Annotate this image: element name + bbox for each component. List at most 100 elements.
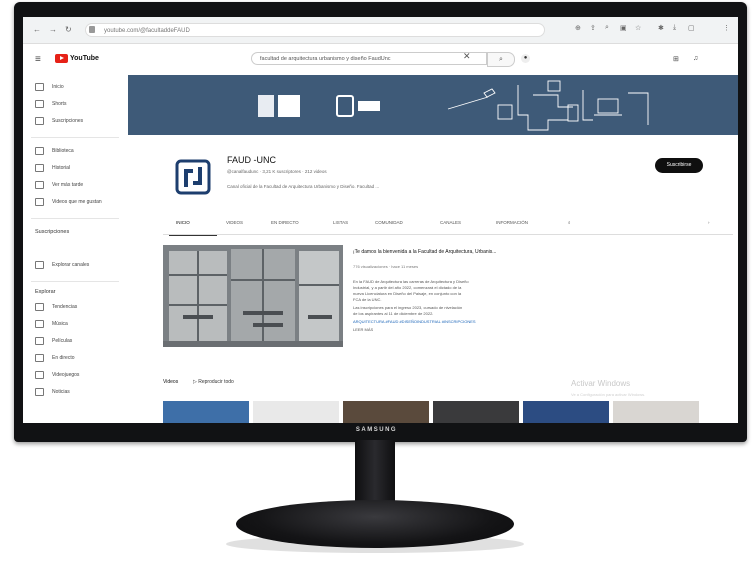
translate-icon[interactable]: ⊕ xyxy=(575,24,581,32)
channel-search-icon[interactable]: ⌕ xyxy=(568,220,571,225)
search-button[interactable]: ⌕ xyxy=(487,52,515,67)
star-icon[interactable]: ☆ xyxy=(635,24,641,32)
tab-canales[interactable]: CANALES xyxy=(440,220,461,225)
menu-icon[interactable]: ≡ xyxy=(35,54,41,65)
movies-icon xyxy=(35,337,44,345)
youtube-logo[interactable]: YouTube xyxy=(55,54,99,63)
news-icon xyxy=(35,388,44,396)
tab-videos[interactable]: VIDEOS xyxy=(226,220,243,225)
live-icon xyxy=(35,354,44,362)
featured-video-title[interactable]: ¡Te damos la bienvenida a la Facultad de… xyxy=(353,249,496,255)
sidebar-item-suscripciones[interactable]: Suscripciones xyxy=(35,117,83,125)
home-icon xyxy=(35,83,44,91)
address-bar[interactable]: youtube.com/@facultaddeFAUD xyxy=(85,23,545,37)
sidebar-item-en-directo[interactable]: En directo xyxy=(35,354,75,362)
video-thumbnail-row xyxy=(163,401,738,423)
browse-channels-icon xyxy=(35,261,44,269)
clear-search-icon[interactable]: ✕ xyxy=(463,51,471,62)
video-frame xyxy=(163,245,343,347)
forward-icon[interactable]: → xyxy=(49,25,57,34)
divider xyxy=(31,137,119,138)
profile-icon[interactable]: ▢ xyxy=(688,24,695,32)
share-icon[interactable]: ⇪ xyxy=(590,24,596,32)
subscriptions-icon xyxy=(35,117,44,125)
search-icon: ⌕ xyxy=(499,56,503,63)
mic-icon[interactable]: ● xyxy=(521,54,530,63)
featured-video-meta: 776 visualizaciones · hace 11 meses xyxy=(353,264,419,269)
activate-windows-subtitle: Ve a Configuración para activar Windows. xyxy=(571,392,646,397)
sidebar-item-musica[interactable]: Música xyxy=(35,320,68,328)
sidebar-item-explorar-canales[interactable]: Explorar canales xyxy=(35,261,89,269)
video-thumbnail[interactable] xyxy=(523,401,609,423)
videos-section-title[interactable]: Videos xyxy=(163,379,178,385)
tab-listas[interactable]: LISTAS xyxy=(333,220,348,225)
featured-description-line: En la FAUD de Arquitectura las carreras … xyxy=(353,279,469,284)
subscriptions-heading: Suscripciones xyxy=(35,229,70,235)
featured-description-line: de los aspirantes al 11 de diciembre de … xyxy=(353,311,434,316)
download-icon[interactable]: ⤓ xyxy=(673,24,676,32)
divider xyxy=(31,218,119,219)
explore-heading: Explorar xyxy=(35,289,56,295)
video-thumbnail[interactable] xyxy=(613,401,699,423)
trending-icon xyxy=(35,303,44,311)
featured-hashtags[interactable]: ARQUITECTURA #FAUD #DISEÑOINDUSTRIAL #IN… xyxy=(353,319,476,324)
screen: ← → ↻ youtube.com/@facultaddeFAUD ⊕ ⇪ ⌕ … xyxy=(23,17,738,423)
sidebar-item-tendencias[interactable]: Tendencias xyxy=(35,303,77,311)
tab-inicio[interactable]: INICIO xyxy=(176,220,190,225)
like-icon xyxy=(35,198,44,206)
youtube-play-icon xyxy=(55,54,68,63)
banner-illustration xyxy=(447,80,649,131)
reload-icon[interactable]: ↻ xyxy=(65,25,72,34)
search-input[interactable]: facultad de arquitectura urbanismo y dis… xyxy=(251,52,487,65)
channel-banner xyxy=(128,75,738,135)
divider xyxy=(31,281,119,282)
bell-icon[interactable]: ♫ xyxy=(693,55,698,62)
video-thumbnail[interactable] xyxy=(253,401,339,423)
video-thumbnail[interactable] xyxy=(433,401,519,423)
create-icon[interactable]: ⊞ xyxy=(673,55,679,63)
sidebar-item-shorts[interactable]: Shorts xyxy=(35,100,66,108)
channel-name: FAUD -UNC xyxy=(227,155,276,165)
sidebar-item-biblioteca[interactable]: Biblioteca xyxy=(35,147,74,155)
sidebar-item-historial[interactable]: Historial xyxy=(35,164,70,172)
sidebar-item-ver-mas-tarde[interactable]: Ver más tarde xyxy=(35,181,83,189)
youtube-header: ≡ YouTube facultad de arquitectura urban… xyxy=(23,44,738,74)
video-thumbnail[interactable] xyxy=(343,401,429,423)
featured-description-line: Industrial, y a partir del año 2022, com… xyxy=(353,285,462,290)
shorts-icon xyxy=(35,100,44,108)
sidebar-item-peliculas[interactable]: Películas xyxy=(35,337,72,345)
sidebar: Inicio Shorts Suscripciones Biblioteca H… xyxy=(23,75,123,423)
sidebar-item-videojuegos[interactable]: Videojuegos xyxy=(35,371,79,379)
tab-comunidad[interactable]: COMUNIDAD xyxy=(375,220,403,225)
sidebar-item-noticias[interactable]: Noticias xyxy=(35,388,70,396)
more-icon[interactable]: ⋮ xyxy=(723,24,730,32)
featured-description-line: Las inscripciones para el ingreso 2023, … xyxy=(353,305,463,310)
subscribe-button[interactable]: Suscribirse xyxy=(655,158,703,173)
channel-meta: @canalfaudunc · 3,21 K suscriptores · 21… xyxy=(227,169,327,174)
zoom-icon[interactable]: ⌕ xyxy=(605,24,609,32)
screenshot-icon[interactable]: ▣ xyxy=(620,24,627,32)
tab-en-directo[interactable]: EN DIRECTO xyxy=(271,220,299,225)
gaming-icon xyxy=(35,371,44,379)
monitor-brand: SAMSUNG xyxy=(355,427,398,433)
watch-later-icon xyxy=(35,181,44,189)
play-all-button[interactable]: ▷ Reproducir todo xyxy=(193,379,234,385)
active-tab-indicator xyxy=(169,235,217,236)
lock-icon xyxy=(89,26,95,33)
featured-video-player[interactable] xyxy=(163,245,343,347)
sidebar-item-me-gustan[interactable]: Videos que me gustan xyxy=(35,198,102,206)
channel-avatar[interactable] xyxy=(173,157,213,197)
featured-description-line: nueva Licenciatura en Diseño del Paisaje… xyxy=(353,291,462,296)
extensions-icon[interactable]: ✱ xyxy=(658,24,664,32)
tab-informacion[interactable]: INFORMACIÓN xyxy=(496,220,528,225)
video-thumbnail[interactable] xyxy=(163,401,249,423)
browser-toolbar: ← → ↻ youtube.com/@facultaddeFAUD ⊕ ⇪ ⌕ … xyxy=(23,17,738,44)
back-icon[interactable]: ← xyxy=(33,25,41,34)
monitor-neck xyxy=(355,440,395,508)
sidebar-item-inicio[interactable]: Inicio xyxy=(35,83,64,91)
library-icon xyxy=(35,147,44,155)
history-icon xyxy=(35,164,44,172)
read-more-link[interactable]: LEER MÁS xyxy=(353,327,373,332)
tabs-next-icon[interactable]: › xyxy=(708,220,710,225)
channel-description[interactable]: Canal oficial de la Facultad de Arquitec… xyxy=(227,184,379,189)
